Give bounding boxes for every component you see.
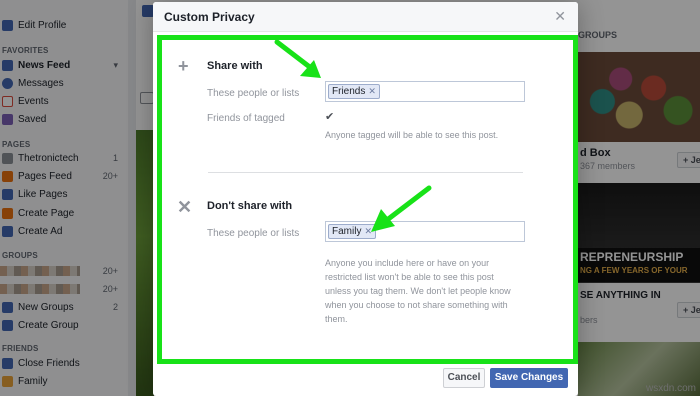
- watermark: wsxdn.com: [645, 383, 696, 394]
- dialog-title: Custom Privacy: [164, 10, 255, 24]
- cancel-button[interactable]: Cancel: [443, 368, 485, 388]
- save-changes-button[interactable]: Save Changes: [490, 368, 568, 388]
- dialog-header: Custom Privacy ✕: [153, 2, 578, 32]
- annotation-arrow-icon: [371, 185, 432, 232]
- close-icon[interactable]: ✕: [554, 8, 566, 25]
- annotation-arrow-icon: [274, 39, 321, 78]
- custom-privacy-dialog: Custom Privacy ✕ + Share with These peop…: [153, 2, 578, 396]
